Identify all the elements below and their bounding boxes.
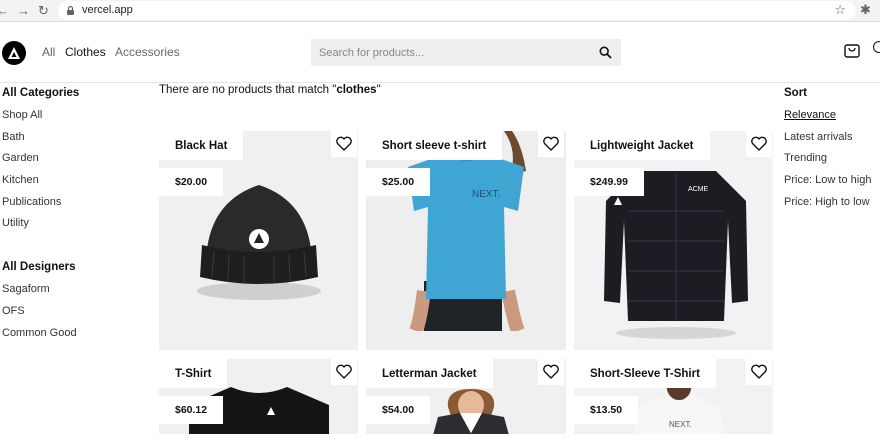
- store-logo[interactable]: [2, 41, 26, 65]
- nav-link-accessories[interactable]: Accessories: [115, 45, 180, 59]
- categories-heading[interactable]: All Categories: [2, 86, 142, 108]
- category-bath[interactable]: Bath: [2, 130, 142, 152]
- wishlist-heart-icon[interactable]: [746, 131, 772, 157]
- wishlist-heart-icon[interactable]: [746, 359, 772, 385]
- product-card[interactable]: ACME Lightweight Jacket $249.99: [574, 131, 773, 350]
- address-bar[interactable]: vercel.app ☆: [58, 1, 856, 20]
- product-card[interactable]: NEXT. Short sleeve t-shirt $25.00: [366, 131, 566, 350]
- wishlist-heart-icon[interactable]: [331, 131, 357, 157]
- sort-relevance[interactable]: Relevance: [784, 108, 880, 130]
- product-price: $20.00: [159, 168, 224, 196]
- search-bar: [311, 39, 621, 66]
- product-image-white-tshirt: NEXT.: [633, 383, 725, 434]
- back-arrow-icon[interactable]: ←: [0, 3, 9, 18]
- product-title: Lightweight Jacket: [574, 131, 710, 160]
- wishlist-heart-icon[interactable]: [538, 359, 564, 385]
- sort-price-low-high[interactable]: Price: Low to high: [784, 173, 880, 195]
- wishlist-heart-icon[interactable]: [331, 359, 357, 385]
- product-title: Black Hat: [159, 131, 244, 160]
- search-icon[interactable]: [599, 46, 612, 59]
- designer-ofs[interactable]: OFS: [2, 304, 142, 326]
- forward-arrow-icon[interactable]: →: [17, 3, 30, 18]
- lock-icon: [67, 6, 74, 15]
- sort-trending[interactable]: Trending: [784, 151, 880, 173]
- designers-heading[interactable]: All Designers: [2, 260, 142, 282]
- no-results-message: There are no products that match "clothe…: [159, 84, 381, 96]
- cart-bag-icon[interactable]: [844, 40, 860, 58]
- product-title: Letterman Jacket: [366, 359, 493, 388]
- nav-link-all[interactable]: All: [42, 45, 55, 59]
- product-card[interactable]: T-Shirt $60.12: [159, 359, 358, 434]
- extensions-puzzle-icon[interactable]: ✱: [860, 2, 871, 18]
- designer-sagaform[interactable]: Sagaform: [2, 282, 142, 304]
- category-kitchen[interactable]: Kitchen: [2, 173, 142, 195]
- product-card[interactable]: Black Hat $20.00: [159, 131, 358, 350]
- message-prefix: There are no products that match ": [159, 84, 337, 96]
- product-title: Short sleeve t-shirt: [366, 131, 503, 160]
- reload-icon[interactable]: ↻: [38, 3, 49, 19]
- triangle-logo-icon: [8, 47, 20, 59]
- product-title: Short-Sleeve T-Shirt: [574, 359, 716, 388]
- search-query: clothes: [336, 84, 377, 96]
- bookmark-star-icon[interactable]: ☆: [834, 2, 846, 18]
- filter-sidebar: All Categories Shop All Bath Garden Kitc…: [2, 86, 142, 347]
- sort-latest-arrivals[interactable]: Latest arrivals: [784, 130, 880, 152]
- product-price: $13.50: [574, 396, 639, 424]
- product-price: $54.00: [366, 396, 431, 424]
- site-header: All Clothes Accessories: [0, 23, 880, 83]
- sort-menu: Sort Relevance Latest arrivals Trending …: [784, 86, 880, 216]
- svg-text:NEXT.: NEXT.: [669, 420, 692, 429]
- browser-toolbar: ← → ↻ vercel.app ☆ ✱: [0, 0, 880, 22]
- url-text: vercel.app: [82, 4, 133, 16]
- search-input[interactable]: [311, 39, 591, 66]
- svg-text:ACME: ACME: [688, 186, 709, 193]
- sort-price-high-low[interactable]: Price: High to low: [784, 195, 880, 217]
- product-title: T-Shirt: [159, 359, 228, 388]
- product-card[interactable]: Letterman Jacket $54.00: [366, 359, 566, 434]
- product-image-letterman-jacket: [433, 389, 509, 434]
- product-price: $60.12: [159, 396, 224, 424]
- product-price: $25.00: [366, 168, 431, 196]
- designer-common-good[interactable]: Common Good: [2, 326, 142, 348]
- category-shop-all[interactable]: Shop All: [2, 108, 142, 130]
- product-image-blue-tshirt: NEXT.: [408, 131, 526, 331]
- product-card[interactable]: NEXT. Short-Sleeve T-Shirt $13.50: [574, 359, 773, 434]
- category-garden[interactable]: Garden: [2, 151, 142, 173]
- nav-link-clothes[interactable]: Clothes: [65, 45, 106, 59]
- category-publications[interactable]: Publications: [2, 195, 142, 217]
- user-avatar-icon[interactable]: [873, 41, 880, 53]
- wishlist-heart-icon[interactable]: [538, 131, 564, 157]
- category-utility[interactable]: Utility: [2, 216, 142, 238]
- svg-text:NEXT.: NEXT.: [472, 189, 500, 200]
- product-price: $249.99: [574, 168, 644, 196]
- sort-heading: Sort: [784, 87, 807, 99]
- message-suffix: ": [376, 84, 381, 96]
